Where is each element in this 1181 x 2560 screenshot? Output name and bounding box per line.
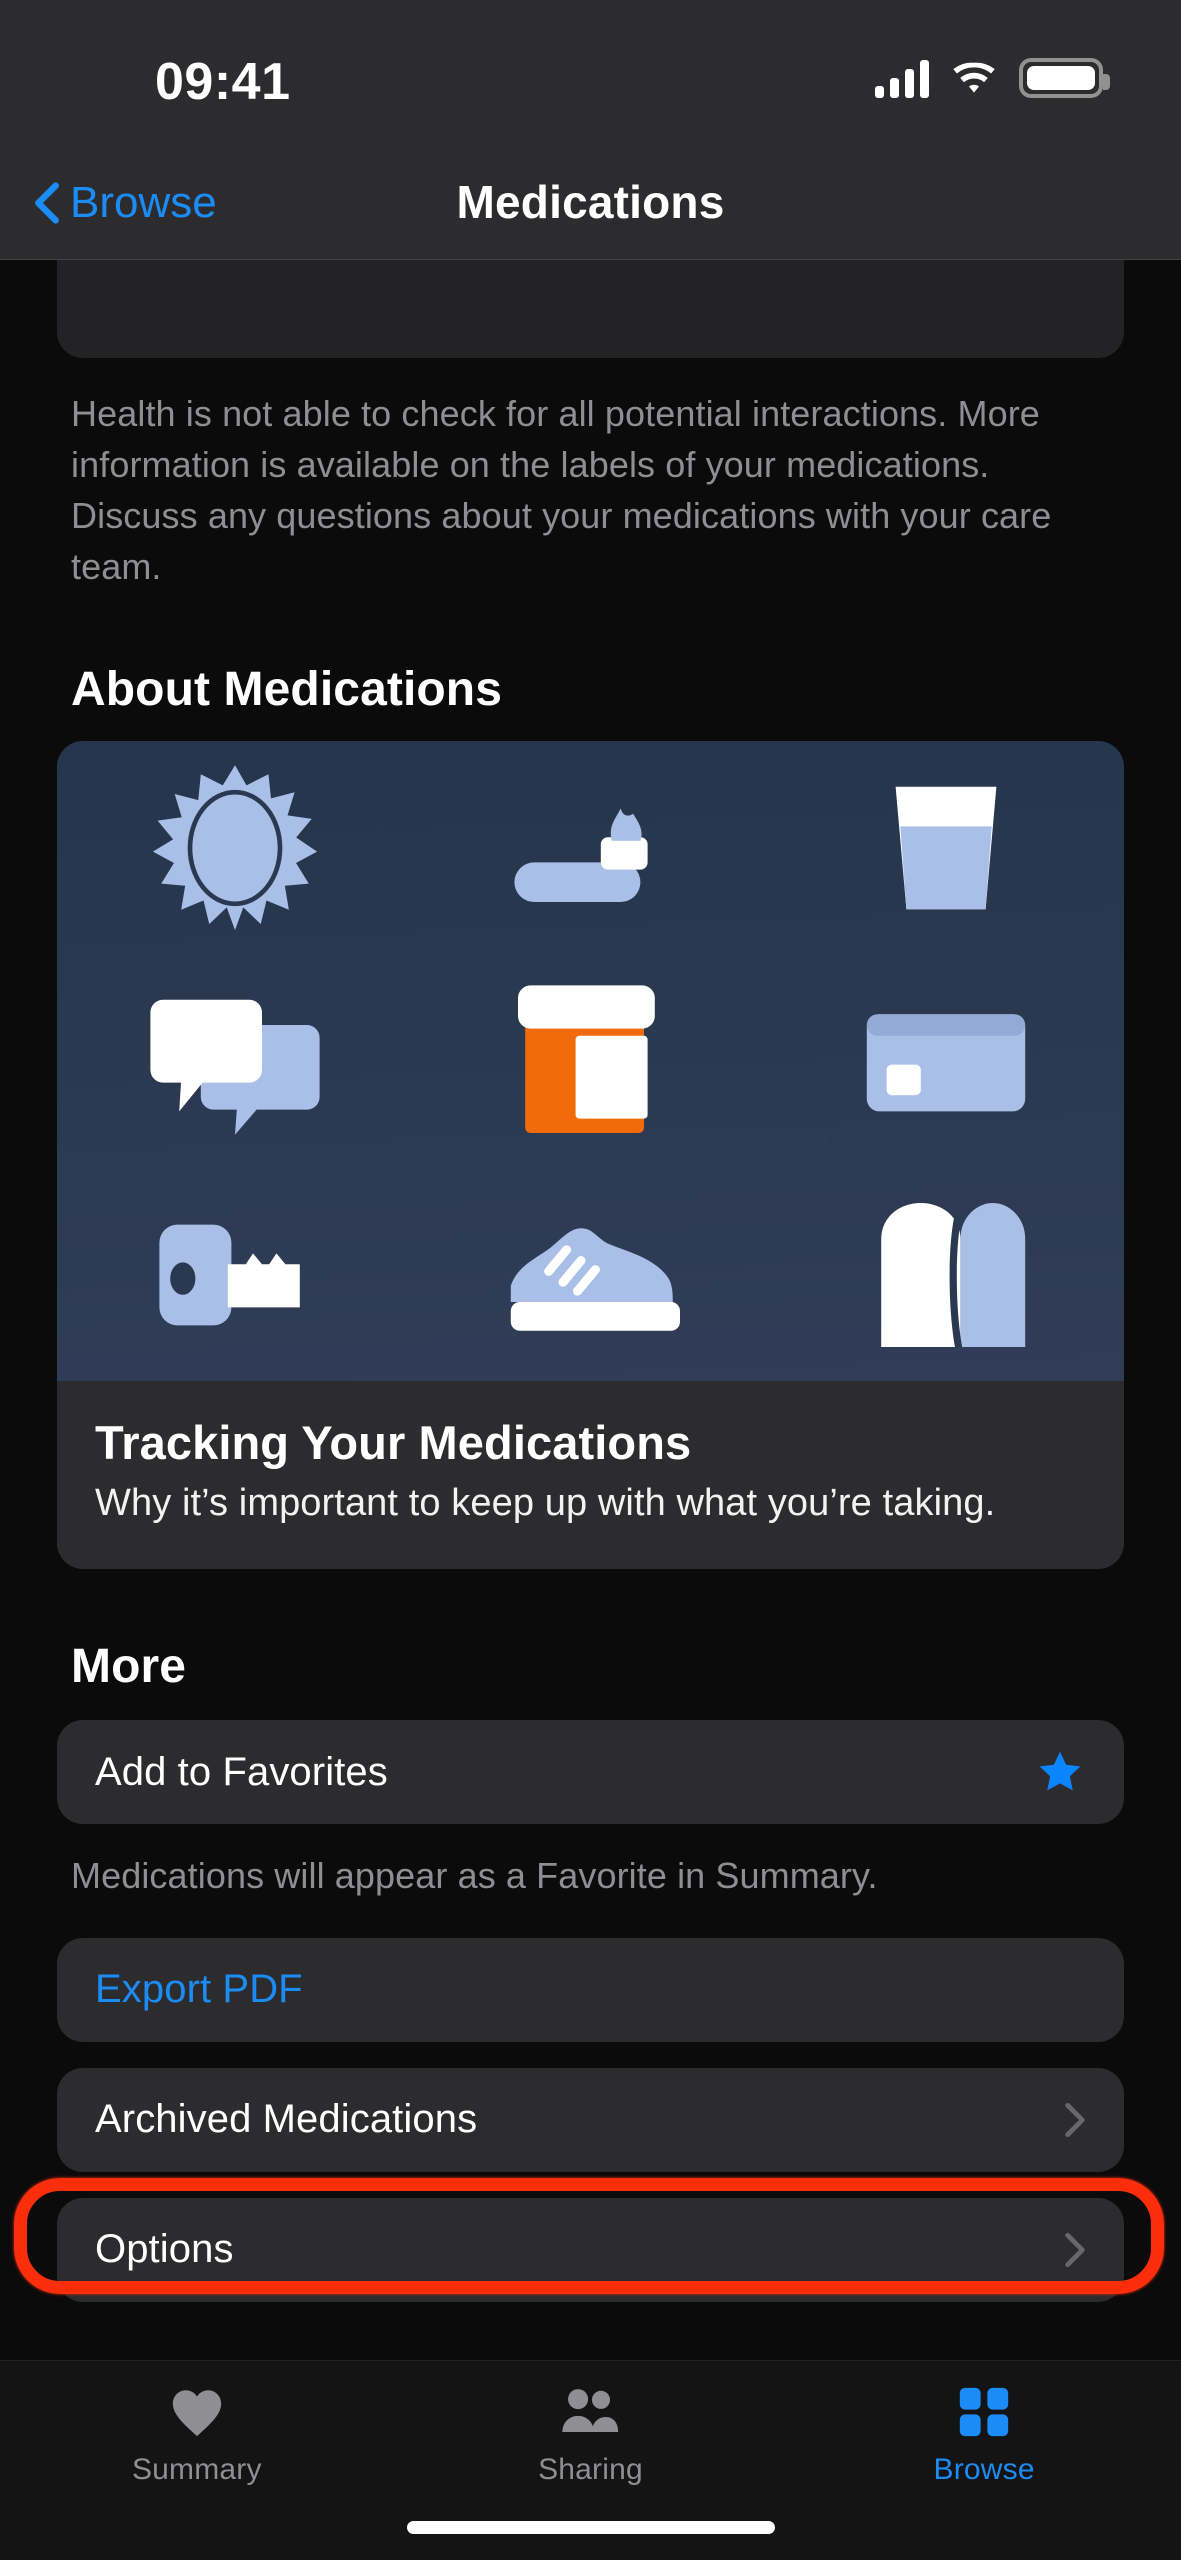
home-indicator[interactable] [406, 2521, 775, 2534]
tab-summary[interactable]: Summary [2, 2383, 392, 2487]
about-card-subtitle: Why it’s important to keep up with what … [95, 1482, 996, 1525]
credit-card-icon [866, 1014, 1026, 1112]
more-section-title: More [71, 1640, 187, 1694]
archived-medications-label: Archived Medications [95, 2097, 478, 2142]
tab-summary-label: Summary [131, 2453, 262, 2486]
tab-sharing[interactable]: Sharing [396, 2383, 786, 2487]
tab-browse-label: Browse [933, 2453, 1035, 2486]
star-filled-icon[interactable] [1034, 1747, 1086, 1797]
tab-browse[interactable]: Browse [789, 2383, 1179, 2487]
grid-squares-icon [959, 2387, 1009, 2437]
wifi-icon [953, 62, 995, 93]
glass-of-water-icon [895, 786, 997, 910]
sun-icon [152, 765, 317, 931]
chevron-right-icon [1065, 2232, 1085, 2267]
add-to-favorites-row[interactable]: Add to Favorites [57, 1720, 1124, 1824]
favorites-footnote: Medications will appear as a Favorite in… [71, 1855, 878, 1897]
options-row[interactable]: Options [57, 2198, 1124, 2302]
chevron-left-icon [35, 181, 59, 224]
options-label: Options [95, 2227, 234, 2272]
speech-bubbles-icon [150, 1000, 320, 1136]
page-title: Medications [456, 176, 725, 228]
bread-slice-icon [881, 1202, 1026, 1347]
archived-medications-row[interactable]: Archived Medications [57, 2068, 1124, 2172]
favorites-group: Add to Favorites [57, 1720, 1124, 1825]
about-card-title: Tracking Your Medications [95, 1416, 692, 1470]
tab-sharing-label: Sharing [538, 2453, 643, 2486]
interactions-footnote: Health is not able to check for all pote… [71, 393, 1052, 588]
about-medications-card[interactable]: Tracking Your Medications Why it’s impor… [57, 741, 1124, 1570]
chevron-right-icon [1065, 2102, 1085, 2137]
pill-bottle-icon [518, 985, 656, 1134]
about-card-text: Tracking Your Medications Why it’s impor… [57, 1381, 1124, 1570]
battery-full-icon [1019, 58, 1110, 98]
nav-bar: Browse Medications [0, 145, 1181, 260]
status-bar: 09:41 [0, 0, 1181, 145]
export-pdf-row[interactable]: Export PDF [57, 1938, 1124, 2042]
toothbrush-icon [514, 808, 649, 903]
people-icon [562, 2389, 619, 2433]
key-icon [159, 1224, 300, 1326]
back-button-label: Browse [70, 177, 217, 227]
scroll-content[interactable]: 37 Serious, 19 Moderate Health is not ab… [0, 0, 1181, 2380]
heart-icon [172, 2390, 221, 2437]
sneaker-icon [511, 1227, 681, 1331]
options-group: Options [57, 2197, 1124, 2302]
cellular-signal-icon [875, 60, 929, 98]
back-button[interactable]: Browse [34, 145, 217, 260]
phone-screen: 37 Serious, 19 Moderate Health is not ab… [0, 0, 1181, 2560]
export-pdf-label: Export PDF [95, 1967, 303, 2012]
illustration-art [57, 741, 1124, 1382]
archived-group: Archived Medications [57, 2067, 1124, 2172]
add-to-favorites-label: Add to Favorites [95, 1749, 388, 1794]
status-bar-time: 09:41 [155, 53, 291, 111]
export-group: Export PDF [57, 1937, 1124, 2042]
about-section-title: About Medications [71, 663, 503, 717]
